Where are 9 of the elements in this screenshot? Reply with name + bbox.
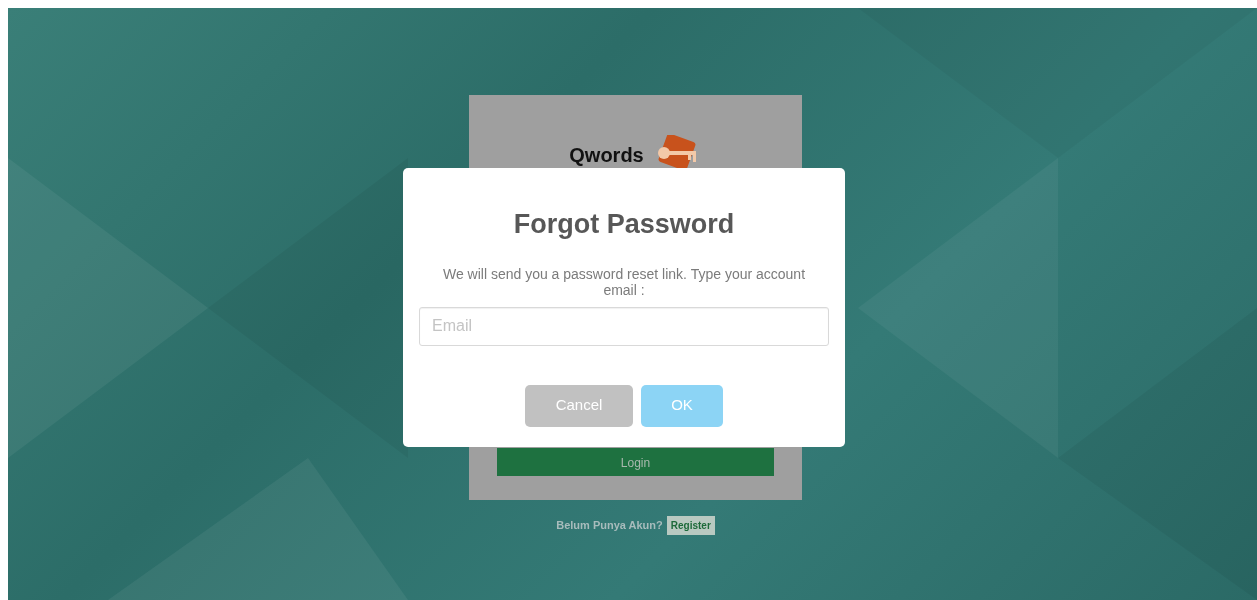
logo-text: Qwords [569,143,644,168]
cancel-button[interactable]: Cancel [525,384,633,427]
dialog-title: Forgot Password [512,208,736,241]
register-prompt: Belum Punya Akun? [556,518,663,534]
register-button[interactable]: Register [666,516,715,535]
email-field[interactable]: Email [419,306,829,346]
login-button[interactable]: Login [497,448,774,476]
ok-button[interactable]: OK [641,384,723,427]
dialog-message: We will send you a password reset link. Type your account email : [441,266,807,299]
